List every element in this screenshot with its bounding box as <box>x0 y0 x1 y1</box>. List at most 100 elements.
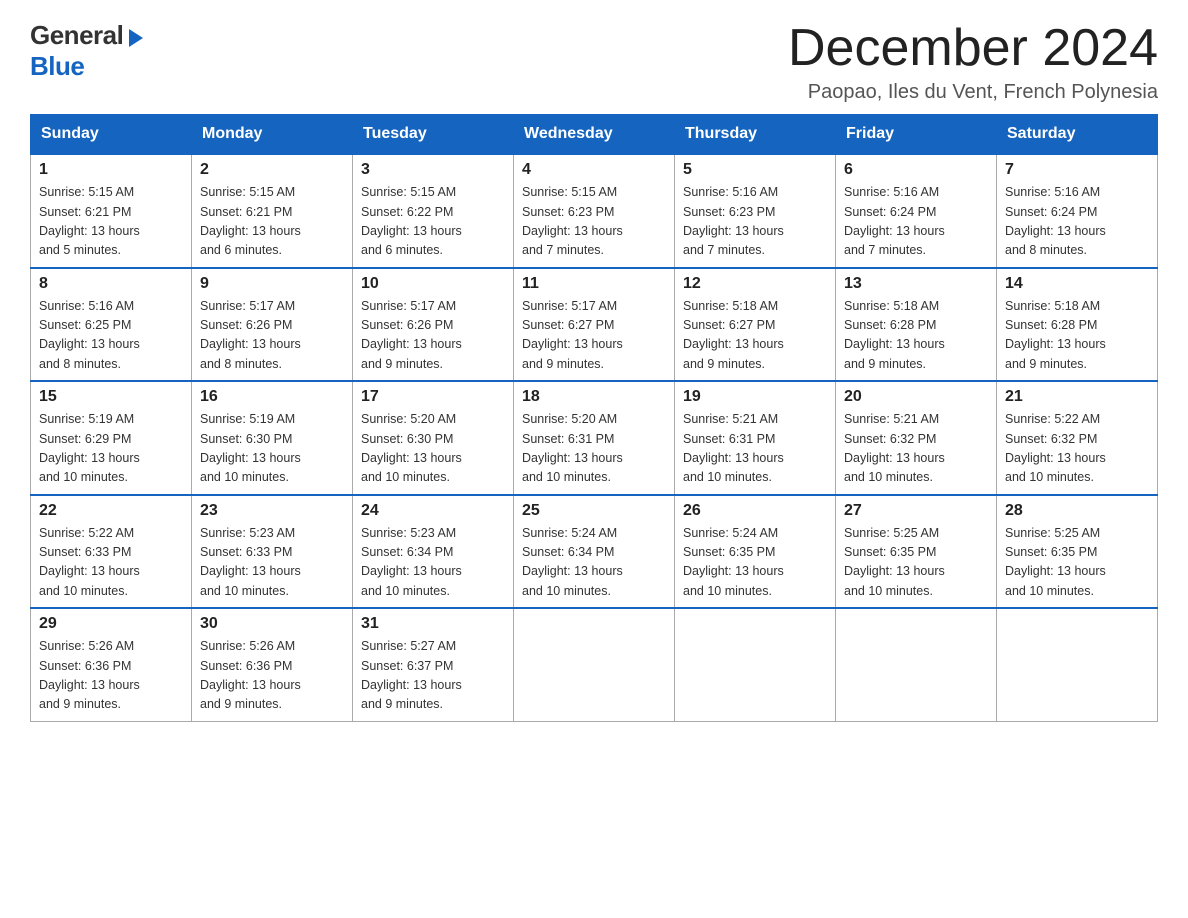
weekday-header-monday: Monday <box>192 115 353 155</box>
day-info: Sunrise: 5:20 AM Sunset: 6:30 PM Dayligh… <box>361 412 462 484</box>
day-info: Sunrise: 5:24 AM Sunset: 6:34 PM Dayligh… <box>522 526 623 598</box>
day-number: 14 <box>1005 275 1149 293</box>
day-number: 6 <box>844 161 988 179</box>
day-number: 1 <box>39 161 183 179</box>
day-info: Sunrise: 5:22 AM Sunset: 6:32 PM Dayligh… <box>1005 412 1106 484</box>
calendar-cell: 12 Sunrise: 5:18 AM Sunset: 6:27 PM Dayli… <box>675 268 836 382</box>
day-number: 20 <box>844 388 988 406</box>
location-title: Paopao, Iles du Vent, French Polynesia <box>788 81 1158 104</box>
calendar-cell: 31Sunrise: 5:27 AM Sunset: 6:37 PM Dayli… <box>353 608 514 721</box>
calendar-cell: 28 Sunrise: 5:25 AM Sunset: 6:35 PM Dayli… <box>997 495 1158 609</box>
calendar-week-row: 22Sunrise: 5:22 AM Sunset: 6:33 PM Dayli… <box>31 495 1158 609</box>
calendar-cell: 19 Sunrise: 5:21 AM Sunset: 6:31 PM Dayli… <box>675 381 836 495</box>
day-info: Sunrise: 5:19 AM Sunset: 6:30 PM Dayligh… <box>200 412 301 484</box>
day-info: Sunrise: 5:15 AM Sunset: 6:22 PM Dayligh… <box>361 185 462 257</box>
calendar-cell: 13 Sunrise: 5:18 AM Sunset: 6:28 PM Dayli… <box>836 268 997 382</box>
calendar-cell: 18 Sunrise: 5:20 AM Sunset: 6:31 PM Dayli… <box>514 381 675 495</box>
day-info: Sunrise: 5:26 AM Sunset: 6:36 PM Dayligh… <box>200 639 301 711</box>
calendar-cell: 1Sunrise: 5:15 AM Sunset: 6:21 PM Daylig… <box>31 154 192 268</box>
day-info: Sunrise: 5:25 AM Sunset: 6:35 PM Dayligh… <box>844 526 945 598</box>
day-info: Sunrise: 5:17 AM Sunset: 6:26 PM Dayligh… <box>361 299 462 371</box>
weekday-header-tuesday: Tuesday <box>353 115 514 155</box>
day-info: Sunrise: 5:15 AM Sunset: 6:23 PM Dayligh… <box>522 185 623 257</box>
day-info: Sunrise: 5:22 AM Sunset: 6:33 PM Dayligh… <box>39 526 140 598</box>
day-number: 21 <box>1005 388 1149 406</box>
day-number: 11 <box>522 275 666 293</box>
calendar-cell: 5 Sunrise: 5:16 AM Sunset: 6:23 PM Daylig… <box>675 154 836 268</box>
calendar-cell: 24 Sunrise: 5:23 AM Sunset: 6:34 PM Dayli… <box>353 495 514 609</box>
day-info: Sunrise: 5:21 AM Sunset: 6:31 PM Dayligh… <box>683 412 784 484</box>
page-header: General Blue December 2024 Paopao, Iles … <box>30 20 1158 104</box>
weekday-header-saturday: Saturday <box>997 115 1158 155</box>
day-number: 30 <box>200 615 344 633</box>
calendar-cell: 25Sunrise: 5:24 AM Sunset: 6:34 PM Dayli… <box>514 495 675 609</box>
day-number: 24 <box>361 502 505 520</box>
calendar-cell: 20Sunrise: 5:21 AM Sunset: 6:32 PM Dayli… <box>836 381 997 495</box>
weekday-header-wednesday: Wednesday <box>514 115 675 155</box>
calendar-cell: 27Sunrise: 5:25 AM Sunset: 6:35 PM Dayli… <box>836 495 997 609</box>
day-info: Sunrise: 5:15 AM Sunset: 6:21 PM Dayligh… <box>200 185 301 257</box>
calendar-cell: 6 Sunrise: 5:16 AM Sunset: 6:24 PM Daylig… <box>836 154 997 268</box>
day-number: 28 <box>1005 502 1149 520</box>
title-section: December 2024 Paopao, Iles du Vent, Fren… <box>788 20 1158 104</box>
day-number: 2 <box>200 161 344 179</box>
day-number: 16 <box>200 388 344 406</box>
day-info: Sunrise: 5:23 AM Sunset: 6:34 PM Dayligh… <box>361 526 462 598</box>
day-info: Sunrise: 5:27 AM Sunset: 6:37 PM Dayligh… <box>361 639 462 711</box>
calendar-cell: 23 Sunrise: 5:23 AM Sunset: 6:33 PM Dayli… <box>192 495 353 609</box>
day-number: 19 <box>683 388 827 406</box>
logo-blue-text: Blue <box>30 51 84 82</box>
weekday-header-friday: Friday <box>836 115 997 155</box>
calendar-week-row: 15 Sunrise: 5:19 AM Sunset: 6:29 PM Dayli… <box>31 381 1158 495</box>
calendar-cell: 11 Sunrise: 5:17 AM Sunset: 6:27 PM Dayli… <box>514 268 675 382</box>
day-info: Sunrise: 5:24 AM Sunset: 6:35 PM Dayligh… <box>683 526 784 598</box>
calendar-header-row: SundayMondayTuesdayWednesdayThursdayFrid… <box>31 115 1158 155</box>
day-info: Sunrise: 5:25 AM Sunset: 6:35 PM Dayligh… <box>1005 526 1106 598</box>
calendar-cell: 7 Sunrise: 5:16 AM Sunset: 6:24 PM Daylig… <box>997 154 1158 268</box>
calendar-table: SundayMondayTuesdayWednesdayThursdayFrid… <box>30 114 1158 722</box>
day-info: Sunrise: 5:16 AM Sunset: 6:24 PM Dayligh… <box>844 185 945 257</box>
day-number: 17 <box>361 388 505 406</box>
calendar-cell: 17 Sunrise: 5:20 AM Sunset: 6:30 PM Dayli… <box>353 381 514 495</box>
day-info: Sunrise: 5:18 AM Sunset: 6:28 PM Dayligh… <box>844 299 945 371</box>
day-number: 13 <box>844 275 988 293</box>
weekday-header-sunday: Sunday <box>31 115 192 155</box>
day-info: Sunrise: 5:19 AM Sunset: 6:29 PM Dayligh… <box>39 412 140 484</box>
calendar-cell: 21 Sunrise: 5:22 AM Sunset: 6:32 PM Dayli… <box>997 381 1158 495</box>
day-number: 26 <box>683 502 827 520</box>
day-number: 7 <box>1005 161 1149 179</box>
day-number: 12 <box>683 275 827 293</box>
calendar-cell: 30 Sunrise: 5:26 AM Sunset: 6:36 PM Dayli… <box>192 608 353 721</box>
calendar-cell: 4 Sunrise: 5:15 AM Sunset: 6:23 PM Daylig… <box>514 154 675 268</box>
day-info: Sunrise: 5:20 AM Sunset: 6:31 PM Dayligh… <box>522 412 623 484</box>
calendar-week-row: 1 Sunrise: 5:15 AM Sunset: 6:21 PM Daylig… <box>31 154 1158 268</box>
day-info: Sunrise: 5:23 AM Sunset: 6:33 PM Dayligh… <box>200 526 301 598</box>
day-number: 5 <box>683 161 827 179</box>
calendar-cell <box>514 608 675 721</box>
day-number: 4 <box>522 161 666 179</box>
calendar-cell <box>997 608 1158 721</box>
day-info: Sunrise: 5:18 AM Sunset: 6:28 PM Dayligh… <box>1005 299 1106 371</box>
day-info: Sunrise: 5:18 AM Sunset: 6:27 PM Dayligh… <box>683 299 784 371</box>
logo-arrow-icon <box>129 29 143 47</box>
day-info: Sunrise: 5:16 AM Sunset: 6:23 PM Dayligh… <box>683 185 784 257</box>
day-info: Sunrise: 5:16 AM Sunset: 6:24 PM Dayligh… <box>1005 185 1106 257</box>
calendar-week-row: 8Sunrise: 5:16 AM Sunset: 6:25 PM Daylig… <box>31 268 1158 382</box>
calendar-cell: 3 Sunrise: 5:15 AM Sunset: 6:22 PM Daylig… <box>353 154 514 268</box>
month-title: December 2024 <box>788 20 1158 77</box>
day-number: 3 <box>361 161 505 179</box>
day-number: 15 <box>39 388 183 406</box>
day-number: 18 <box>522 388 666 406</box>
day-number: 23 <box>200 502 344 520</box>
calendar-cell: 15 Sunrise: 5:19 AM Sunset: 6:29 PM Dayli… <box>31 381 192 495</box>
calendar-cell: 14 Sunrise: 5:18 AM Sunset: 6:28 PM Dayli… <box>997 268 1158 382</box>
day-number: 10 <box>361 275 505 293</box>
day-number: 9 <box>200 275 344 293</box>
calendar-week-row: 29Sunrise: 5:26 AM Sunset: 6:36 PM Dayli… <box>31 608 1158 721</box>
logo: General Blue <box>30 20 143 82</box>
calendar-cell: 2 Sunrise: 5:15 AM Sunset: 6:21 PM Daylig… <box>192 154 353 268</box>
calendar-cell <box>836 608 997 721</box>
day-info: Sunrise: 5:17 AM Sunset: 6:27 PM Dayligh… <box>522 299 623 371</box>
weekday-header-thursday: Thursday <box>675 115 836 155</box>
day-info: Sunrise: 5:16 AM Sunset: 6:25 PM Dayligh… <box>39 299 140 371</box>
